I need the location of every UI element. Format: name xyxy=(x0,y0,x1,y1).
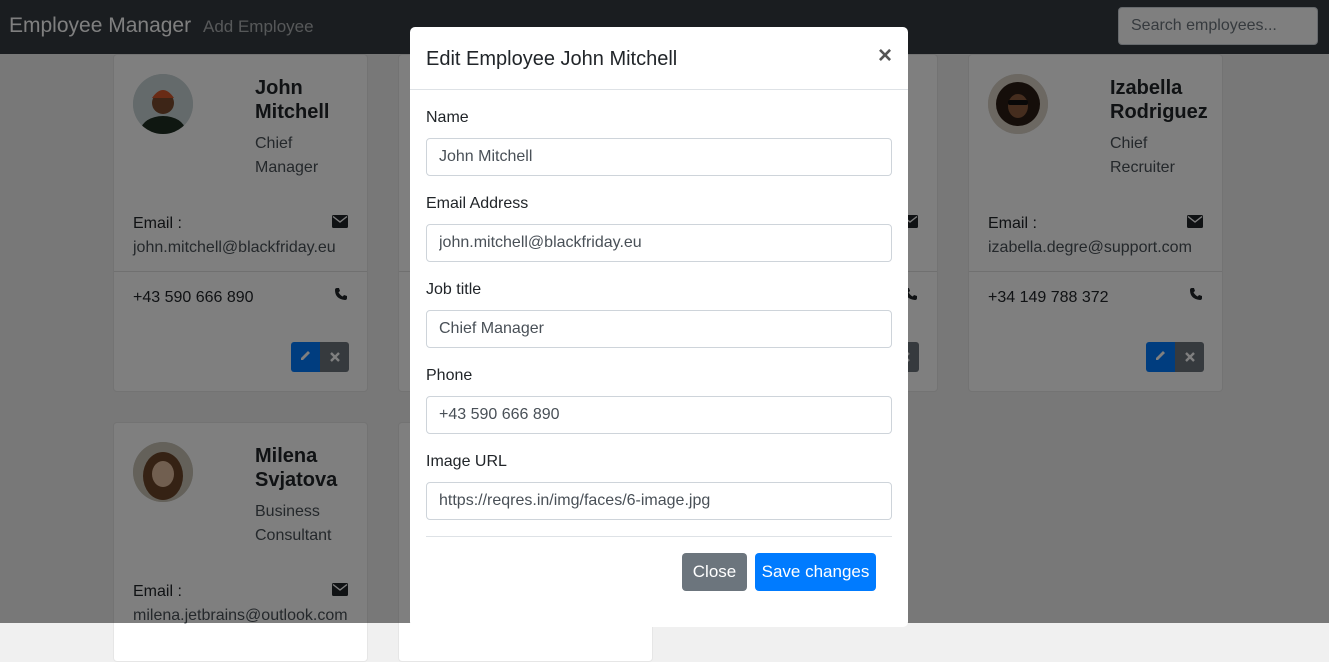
close-button[interactable]: Close xyxy=(682,553,747,591)
modal-title: Edit Employee John Mitchell xyxy=(426,48,678,70)
email-field[interactable] xyxy=(426,224,892,262)
close-icon[interactable]: × xyxy=(878,44,892,68)
modal-footer-divider xyxy=(426,536,892,537)
name-field[interactable] xyxy=(426,138,892,176)
phone-field[interactable] xyxy=(426,396,892,434)
image-url-field[interactable] xyxy=(426,482,892,520)
phone-label: Phone xyxy=(426,367,473,384)
job-title-field[interactable] xyxy=(426,310,892,348)
email-label: Email Address xyxy=(426,195,529,212)
save-changes-button[interactable]: Save changes xyxy=(755,553,876,591)
modal-header: Edit Employee John Mitchell × xyxy=(410,27,908,90)
job-title-label: Job title xyxy=(426,281,482,298)
edit-employee-modal: Edit Employee John Mitchell × Name Email… xyxy=(410,27,908,627)
name-label: Name xyxy=(426,109,469,126)
image-url-label: Image URL xyxy=(426,453,507,470)
